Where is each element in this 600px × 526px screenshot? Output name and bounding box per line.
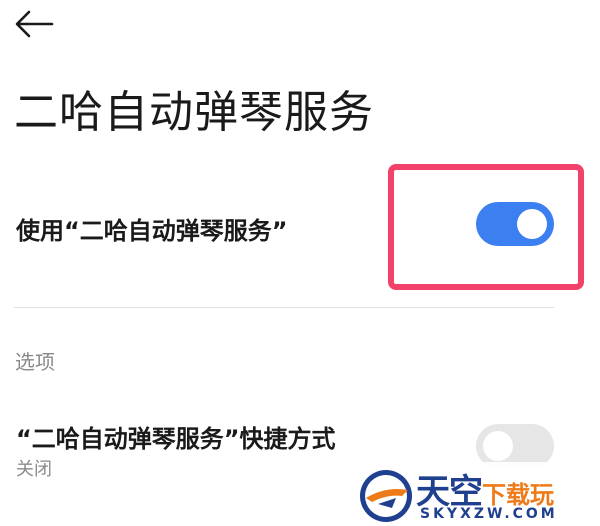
toggle-knob (517, 209, 547, 239)
page-title: 二哈自动弹琴服务 (14, 87, 374, 138)
arrow-left-icon (15, 10, 54, 38)
watermark-title-small: 下载玩 (482, 481, 554, 509)
options-section-header: 选项 (15, 350, 55, 374)
shortcut-status: 关闭 (16, 459, 52, 480)
toggle-knob (483, 431, 513, 461)
back-button[interactable] (12, 4, 56, 44)
site-logo-icon (360, 470, 412, 522)
watermark-domain: SKYXZW.COM (420, 506, 558, 522)
use-service-toggle[interactable] (476, 202, 554, 246)
watermark: 天空下载玩 SKYXZW.COM (354, 462, 600, 526)
use-service-label: 使用“二哈自动弹琴服务” (16, 217, 288, 245)
shortcut-label: “二哈自动弹琴服务”快捷方式 (16, 425, 336, 453)
divider (14, 307, 554, 308)
